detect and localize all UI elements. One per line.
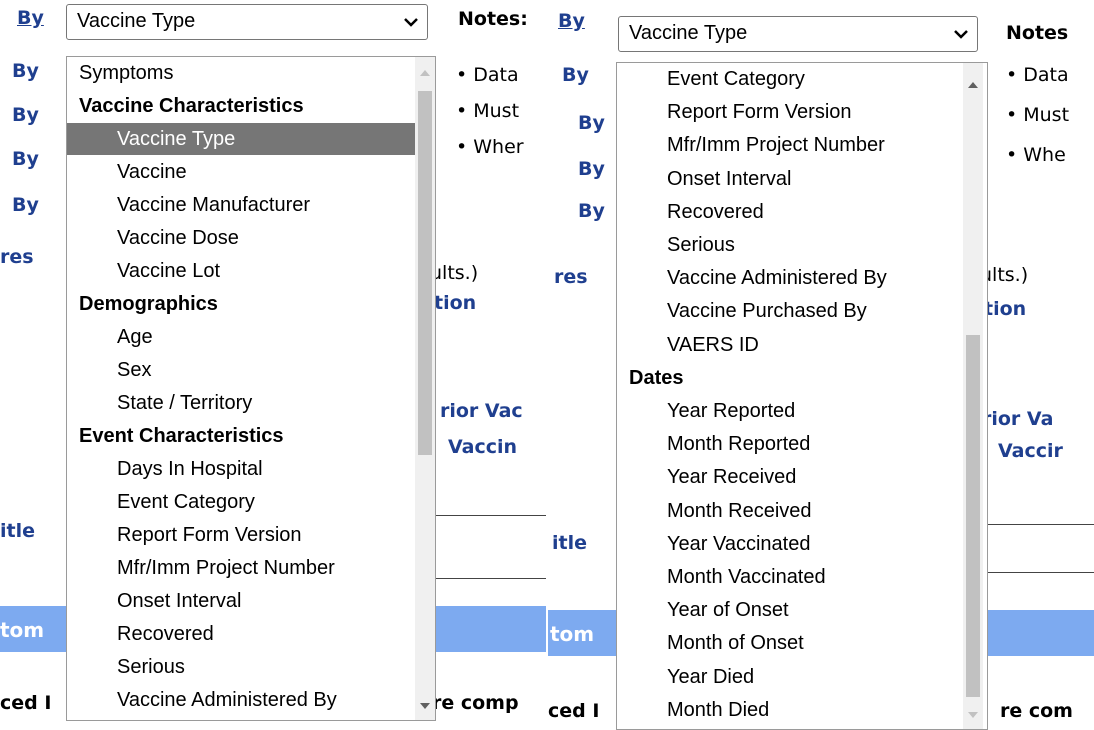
group-by-dropdown-list[interactable]: Symptoms Vaccine Characteristics Vaccine T…	[66, 56, 436, 721]
dropdown-option[interactable]: Month Vaccinated	[617, 561, 967, 593]
measures-partial-label: res	[554, 266, 588, 288]
title-partial-label: itle	[552, 532, 587, 554]
dropdown-option[interactable]: Event Category	[617, 63, 967, 95]
note-item-3: • Wher	[456, 136, 524, 158]
note-item-2: • Must	[1006, 104, 1070, 126]
scroll-down-arrow-icon[interactable]	[419, 700, 431, 712]
dropdown-option[interactable]: Sex	[67, 354, 415, 386]
dropdown-option[interactable]: Recovered	[617, 196, 967, 228]
dropdown-option[interactable]: Month Received	[617, 495, 967, 527]
dropdown-option[interactable]: Month Reported	[617, 428, 967, 460]
dropdown-scrollbar[interactable]	[415, 57, 435, 720]
dropdown-option[interactable]: State / Territory	[67, 387, 415, 419]
divider-line-2	[430, 578, 546, 579]
advanced-partial-text: ced I	[0, 692, 52, 714]
dropdown-option[interactable]: VAERS ID	[617, 329, 967, 361]
advanced-partial-text: ced I	[548, 700, 600, 722]
dropdown-option[interactable]: Vaccine Manufacturer	[67, 189, 415, 221]
dropdown-option[interactable]: Vaccine Type	[67, 123, 415, 155]
dropdown-group-header: Event Characteristics	[79, 425, 284, 447]
notes-title: Notes:	[458, 8, 528, 30]
dropdown-option[interactable]: Report Form Version	[67, 519, 415, 551]
divider-line-1	[430, 515, 546, 516]
dropdown-option[interactable]: Event Category	[67, 486, 415, 518]
group-by-link-5[interactable]: By	[12, 194, 39, 216]
dropdown-option[interactable]: Onset Interval	[617, 163, 967, 195]
compare-partial-text: re com	[1000, 700, 1073, 722]
dropdown-option[interactable]: Vaccine Purchased By	[617, 295, 967, 327]
group-by-select[interactable]: Vaccine Type	[618, 16, 978, 52]
group-by-link-5[interactable]: By	[578, 200, 605, 222]
symptoms-band-text: tom	[0, 618, 45, 642]
prior-vaccine-partial[interactable]: rior Vac	[440, 400, 523, 422]
results-partial-text: ults.)	[430, 262, 479, 284]
measures-partial-label: res	[0, 246, 34, 268]
select-value: Vaccine Type	[629, 22, 748, 44]
title-partial-label: itle	[0, 520, 35, 542]
dropdown-option[interactable]: Vaccine Administered By	[617, 262, 967, 294]
dropdown-option[interactable]: Year of Onset	[617, 594, 967, 626]
divider-line-1	[988, 524, 1094, 525]
dropdown-option[interactable]: Vaccine Administered By	[67, 684, 415, 716]
dropdown-option[interactable]: Onset Interval	[67, 585, 415, 617]
symptoms-band-text: tom	[550, 622, 595, 646]
prior-vaccine-partial[interactable]: rior Va	[982, 408, 1053, 430]
group-by-link-3[interactable]: By	[12, 104, 39, 126]
note-item-2: • Must	[456, 100, 520, 122]
dropdown-option[interactable]: Month Died	[617, 694, 967, 726]
dropdown-option[interactable]: Age	[67, 321, 415, 353]
dropdown-option[interactable]: Mfr/Imm Project Number	[617, 129, 967, 161]
group-by-link-1[interactable]: By	[17, 7, 44, 29]
dropdown-option[interactable]: Year Received	[617, 461, 967, 493]
group-by-link-2[interactable]: By	[12, 60, 39, 82]
scroll-up-arrow-icon[interactable]	[419, 67, 431, 79]
note-item-1: • Data	[1006, 64, 1069, 86]
group-by-dropdown-list[interactable]: Event Category Report Form Version Mfr/Imm…	[616, 62, 988, 730]
divider-line-2	[988, 572, 1094, 573]
group-by-link-2[interactable]: By	[562, 64, 589, 86]
select-value: Vaccine Type	[77, 10, 196, 32]
dropdown-option[interactable]: Year Reported	[617, 395, 967, 427]
dropdown-option[interactable]: Vaccine Lot	[67, 255, 415, 287]
dropdown-option[interactable]: Year Vaccinated	[617, 528, 967, 560]
dropdown-option[interactable]: Report Form Version	[617, 96, 967, 128]
left-panel: By By By By By res ults.) tion rior Vac …	[0, 0, 546, 730]
dropdown-option[interactable]: Serious	[617, 229, 967, 261]
dropdown-option[interactable]: Symptoms	[67, 57, 415, 89]
right-panel: By By By By By res ults.) tion rior Va V…	[548, 0, 1094, 730]
scroll-up-arrow-icon[interactable]	[967, 79, 979, 91]
note-item-1: • Data	[456, 64, 519, 86]
option-partial-link[interactable]: tion	[984, 298, 1026, 320]
dropdown-option[interactable]: Month of Onset	[617, 627, 967, 659]
vaccine-partial-link[interactable]: Vaccin	[448, 436, 517, 458]
dropdown-option[interactable]: Vaccine Dose	[67, 222, 415, 254]
dropdown-group-header: Dates	[629, 366, 684, 389]
dropdown-option[interactable]: Mfr/Imm Project Number	[67, 552, 415, 584]
scroll-down-arrow-icon[interactable]	[967, 709, 979, 721]
scrollbar-thumb[interactable]	[418, 91, 432, 455]
group-by-select[interactable]: Vaccine Type	[66, 4, 428, 40]
dropdown-group-header: Demographics	[79, 293, 218, 315]
chevron-down-icon	[404, 18, 418, 27]
notes-title: Notes	[1006, 22, 1069, 44]
group-by-link-1[interactable]: By	[558, 10, 585, 32]
group-by-link-4[interactable]: By	[12, 148, 39, 170]
group-by-link-3[interactable]: By	[578, 112, 605, 134]
dropdown-option[interactable]: Days In Hospital	[67, 453, 415, 485]
chevron-down-icon[interactable]	[953, 26, 969, 42]
dropdown-group-header: Vaccine Characteristics	[79, 95, 304, 117]
note-item-3: • Whe	[1006, 144, 1066, 166]
group-by-link-4[interactable]: By	[578, 158, 605, 180]
compare-partial-text: re comp	[432, 692, 519, 714]
option-partial-link[interactable]: tion	[434, 292, 476, 314]
vaccine-partial-link[interactable]: Vaccir	[998, 440, 1063, 462]
dropdown-option[interactable]: Vaccine	[67, 156, 415, 188]
scrollbar-thumb[interactable]	[966, 335, 980, 697]
dropdown-option[interactable]: Serious	[67, 651, 415, 683]
dropdown-option[interactable]: Recovered	[67, 618, 415, 650]
dropdown-option[interactable]: Year Died	[617, 661, 967, 693]
